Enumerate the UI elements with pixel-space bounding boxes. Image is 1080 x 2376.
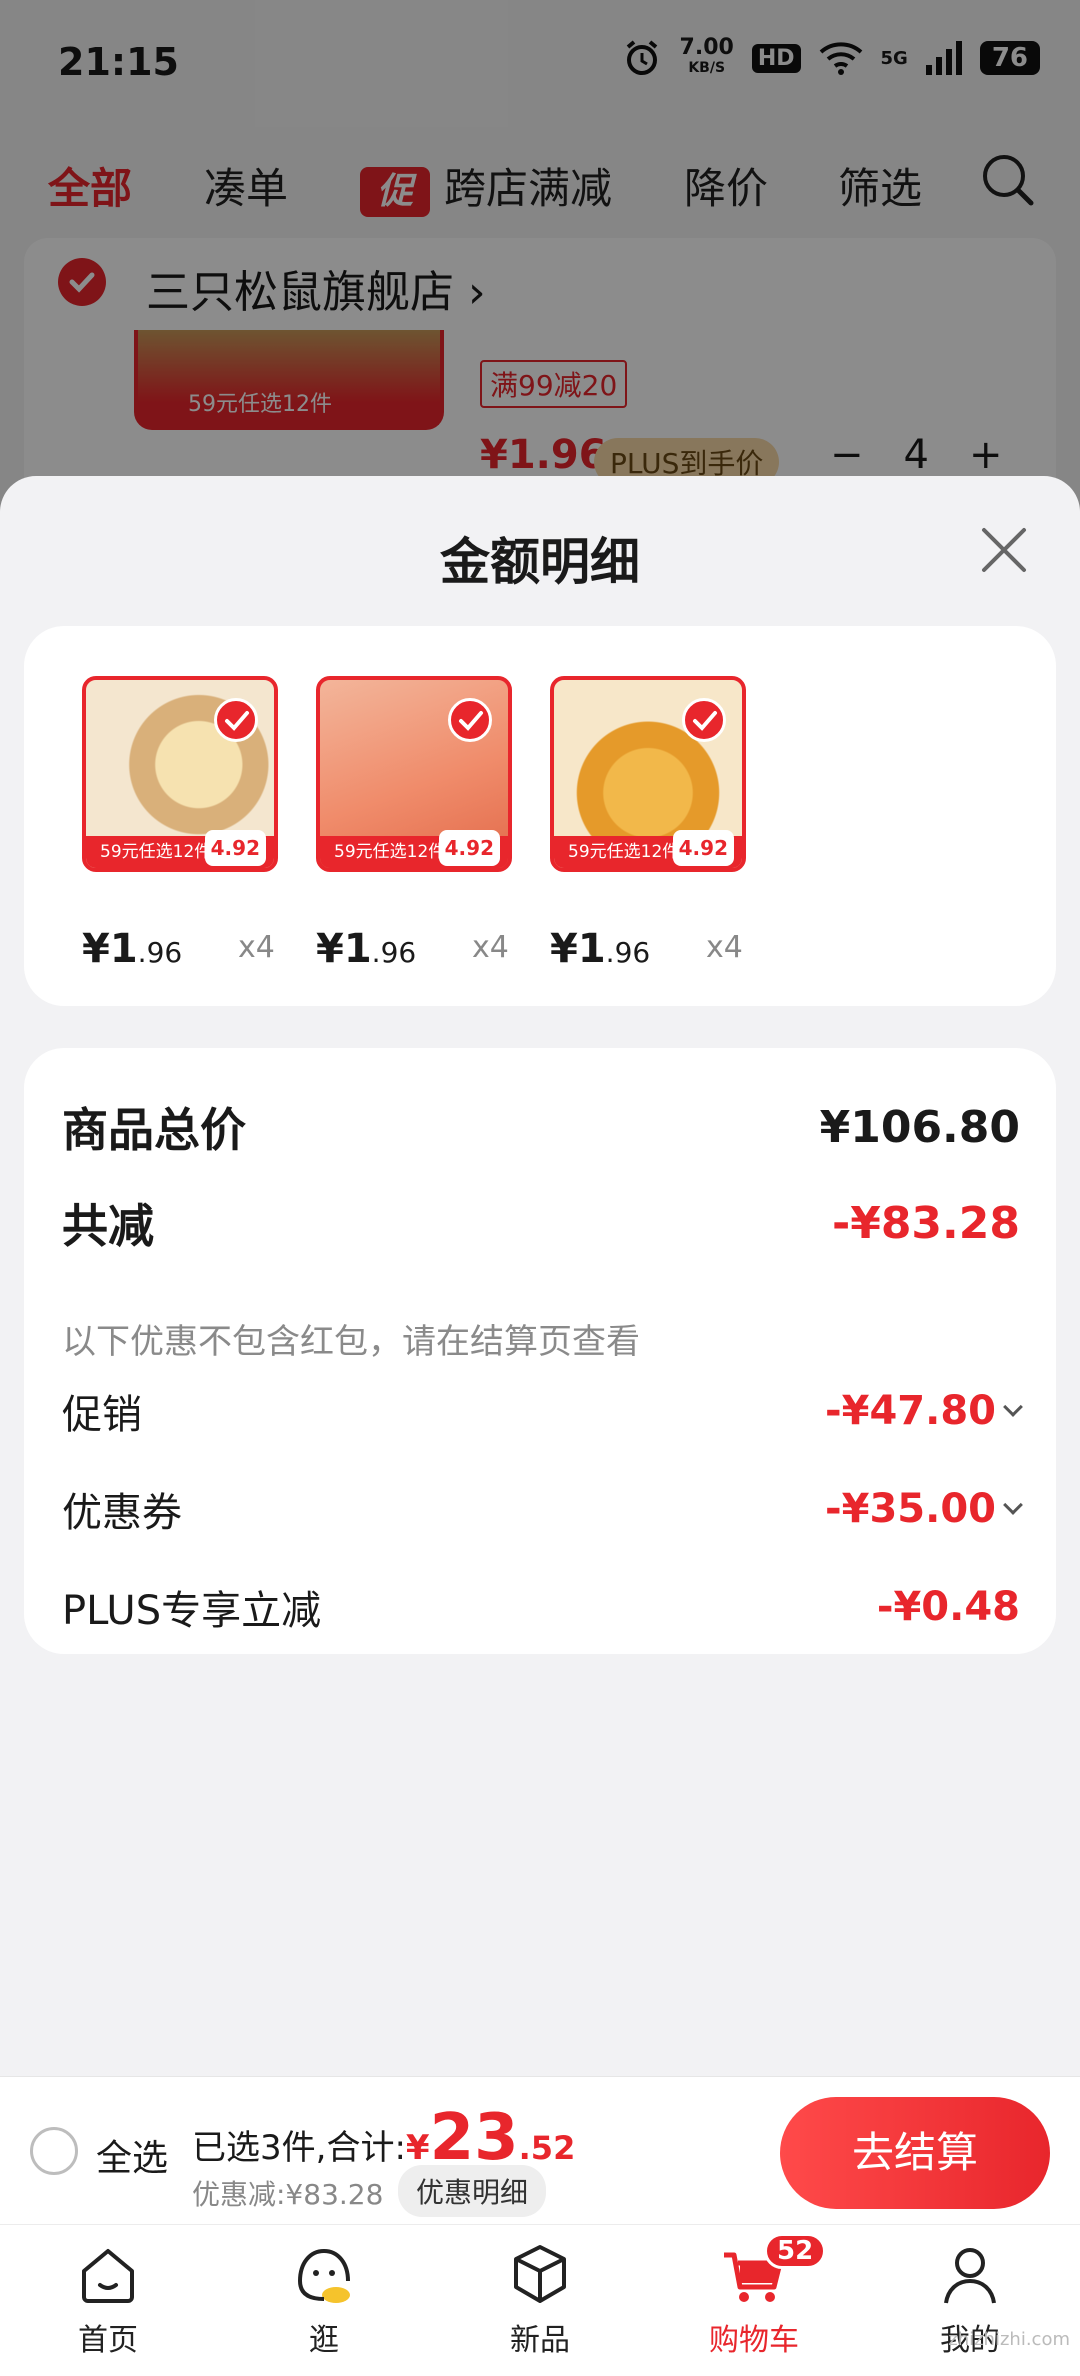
home-icon <box>82 2249 134 2303</box>
tab-cart-label: 购物车 <box>709 2323 799 2358</box>
browse-icon <box>298 2248 350 2303</box>
goods-quantity: x4 <box>706 930 743 965</box>
total-reduce-label: 共减 <box>62 1199 154 1253</box>
goods-price: ¥1.96 <box>550 926 651 972</box>
promo-row[interactable]: 促销 -¥47.80 <box>62 1382 1023 1440</box>
user-icon <box>944 2248 996 2304</box>
plus-discount-row: PLUS专享立减 -¥0.48 <box>62 1578 1020 1636</box>
discount-summary: 优惠减:¥83.28 <box>192 2178 384 2211</box>
product-banner: 59元任选12件 4.92 <box>86 830 274 868</box>
coupon-label: 优惠券 <box>62 1490 182 1536</box>
select-all-label[interactable]: 全选 <box>96 2129 168 2181</box>
product-banner: 59元任选12件 4.92 <box>554 830 742 868</box>
checkout-bar: 全选 已选3件,合计:¥23.52 优惠减:¥83.28 优惠明细 去结算 <box>0 2076 1080 2224</box>
coupon-value: -¥35.00 <box>825 1486 996 1532</box>
goods-price: ¥1.96 <box>82 926 183 972</box>
coupon-row[interactable]: 优惠券 -¥35.00 <box>62 1480 1023 1538</box>
total-amount: ¥23.52 <box>405 2101 576 2175</box>
promo-value-wrap: -¥47.80 <box>825 1388 1023 1434</box>
checkout-button[interactable]: 去结算 <box>780 2097 1050 2209</box>
reduce-note: 以下优惠不包含红包，请在结算页查看 <box>62 1322 640 1362</box>
select-all-radio[interactable] <box>30 2127 78 2175</box>
product-image[interactable]: 59元任选12件 4.92 <box>82 676 278 872</box>
tab-new[interactable]: 新品 <box>450 2241 630 2359</box>
goods-quantity: x4 <box>472 930 509 965</box>
goods-card: 59元任选12件 4.92 ¥1.96 x4 59元任选12件 4.92 ¥1.96… <box>24 626 1056 1006</box>
cart-page: 21:15 7.00 KB/S HD 5G 76 全部 凑单 促跨店满减 降价 筛… <box>0 0 1080 2376</box>
promo-value: -¥47.80 <box>825 1388 996 1434</box>
product-image[interactable]: 59元任选12件 4.92 <box>550 676 746 872</box>
amount-detail-sheet: 金额明细 59元任选12件 4.92 ¥1.96 x4 59元任选12件 4.92 <box>0 476 1080 2076</box>
check-icon <box>448 698 492 742</box>
chevron-down-icon[interactable] <box>1003 1397 1023 1417</box>
chevron-down-icon[interactable] <box>1003 1495 1023 1515</box>
plus-discount-label: PLUS专享立减 <box>62 1588 322 1634</box>
tab-home-label: 首页 <box>78 2323 138 2358</box>
modal-overlay[interactable] <box>0 0 1080 520</box>
promo-label: 促销 <box>62 1392 142 1438</box>
bottom-tab-bar: 首页 逛 新品 52 购物车 我的 zhizhizhi.com <box>0 2224 1080 2376</box>
tab-cart[interactable]: 52 购物车 <box>664 2233 844 2359</box>
discount-detail-button[interactable]: 优惠明细 <box>398 2165 547 2217</box>
total-reduce-value: -¥83.28 <box>831 1197 1020 1249</box>
sheet-title: 金额明细 <box>440 533 640 591</box>
goods-quantity: x4 <box>238 930 275 965</box>
cart-badge: 52 <box>764 2233 827 2269</box>
tab-home[interactable]: 首页 <box>18 2241 198 2359</box>
goods-item[interactable]: 59元任选12件 4.92 ¥1.96 x4 <box>550 676 750 972</box>
total-reduce-row: 共减 -¥83.28 <box>62 1190 1020 1256</box>
goods-price: ¥1.96 <box>316 926 417 972</box>
goods-item[interactable]: 59元任选12件 4.92 ¥1.96 x4 <box>82 676 282 972</box>
box-icon <box>514 2245 566 2303</box>
total-price-label: 商品总价 <box>62 1103 246 1157</box>
watermark: zhizhizhi.com <box>948 2329 1070 2350</box>
plus-discount-value: -¥0.48 <box>876 1584 1020 1630</box>
tab-browse-label: 逛 <box>309 2323 339 2358</box>
tab-new-label: 新品 <box>510 2323 570 2358</box>
total-price-value: ¥106.80 <box>819 1101 1020 1153</box>
tab-browse[interactable]: 逛 <box>234 2241 414 2359</box>
product-image[interactable]: 59元任选12件 4.92 <box>316 676 512 872</box>
price-detail-card: 商品总价 ¥106.80 共减 -¥83.28 以下优惠不包含红包，请在结算页查… <box>24 1048 1056 1654</box>
product-banner: 59元任选12件 4.92 <box>320 830 508 868</box>
goods-item[interactable]: 59元任选12件 4.92 ¥1.96 x4 <box>316 676 516 972</box>
check-icon <box>214 698 258 742</box>
coupon-value-wrap: -¥35.00 <box>825 1486 1023 1532</box>
total-price-row: 商品总价 ¥106.80 <box>62 1094 1020 1160</box>
check-icon <box>682 698 726 742</box>
close-icon[interactable] <box>976 522 1032 578</box>
selected-summary: 已选3件,合计:¥23.52 <box>192 2101 576 2175</box>
